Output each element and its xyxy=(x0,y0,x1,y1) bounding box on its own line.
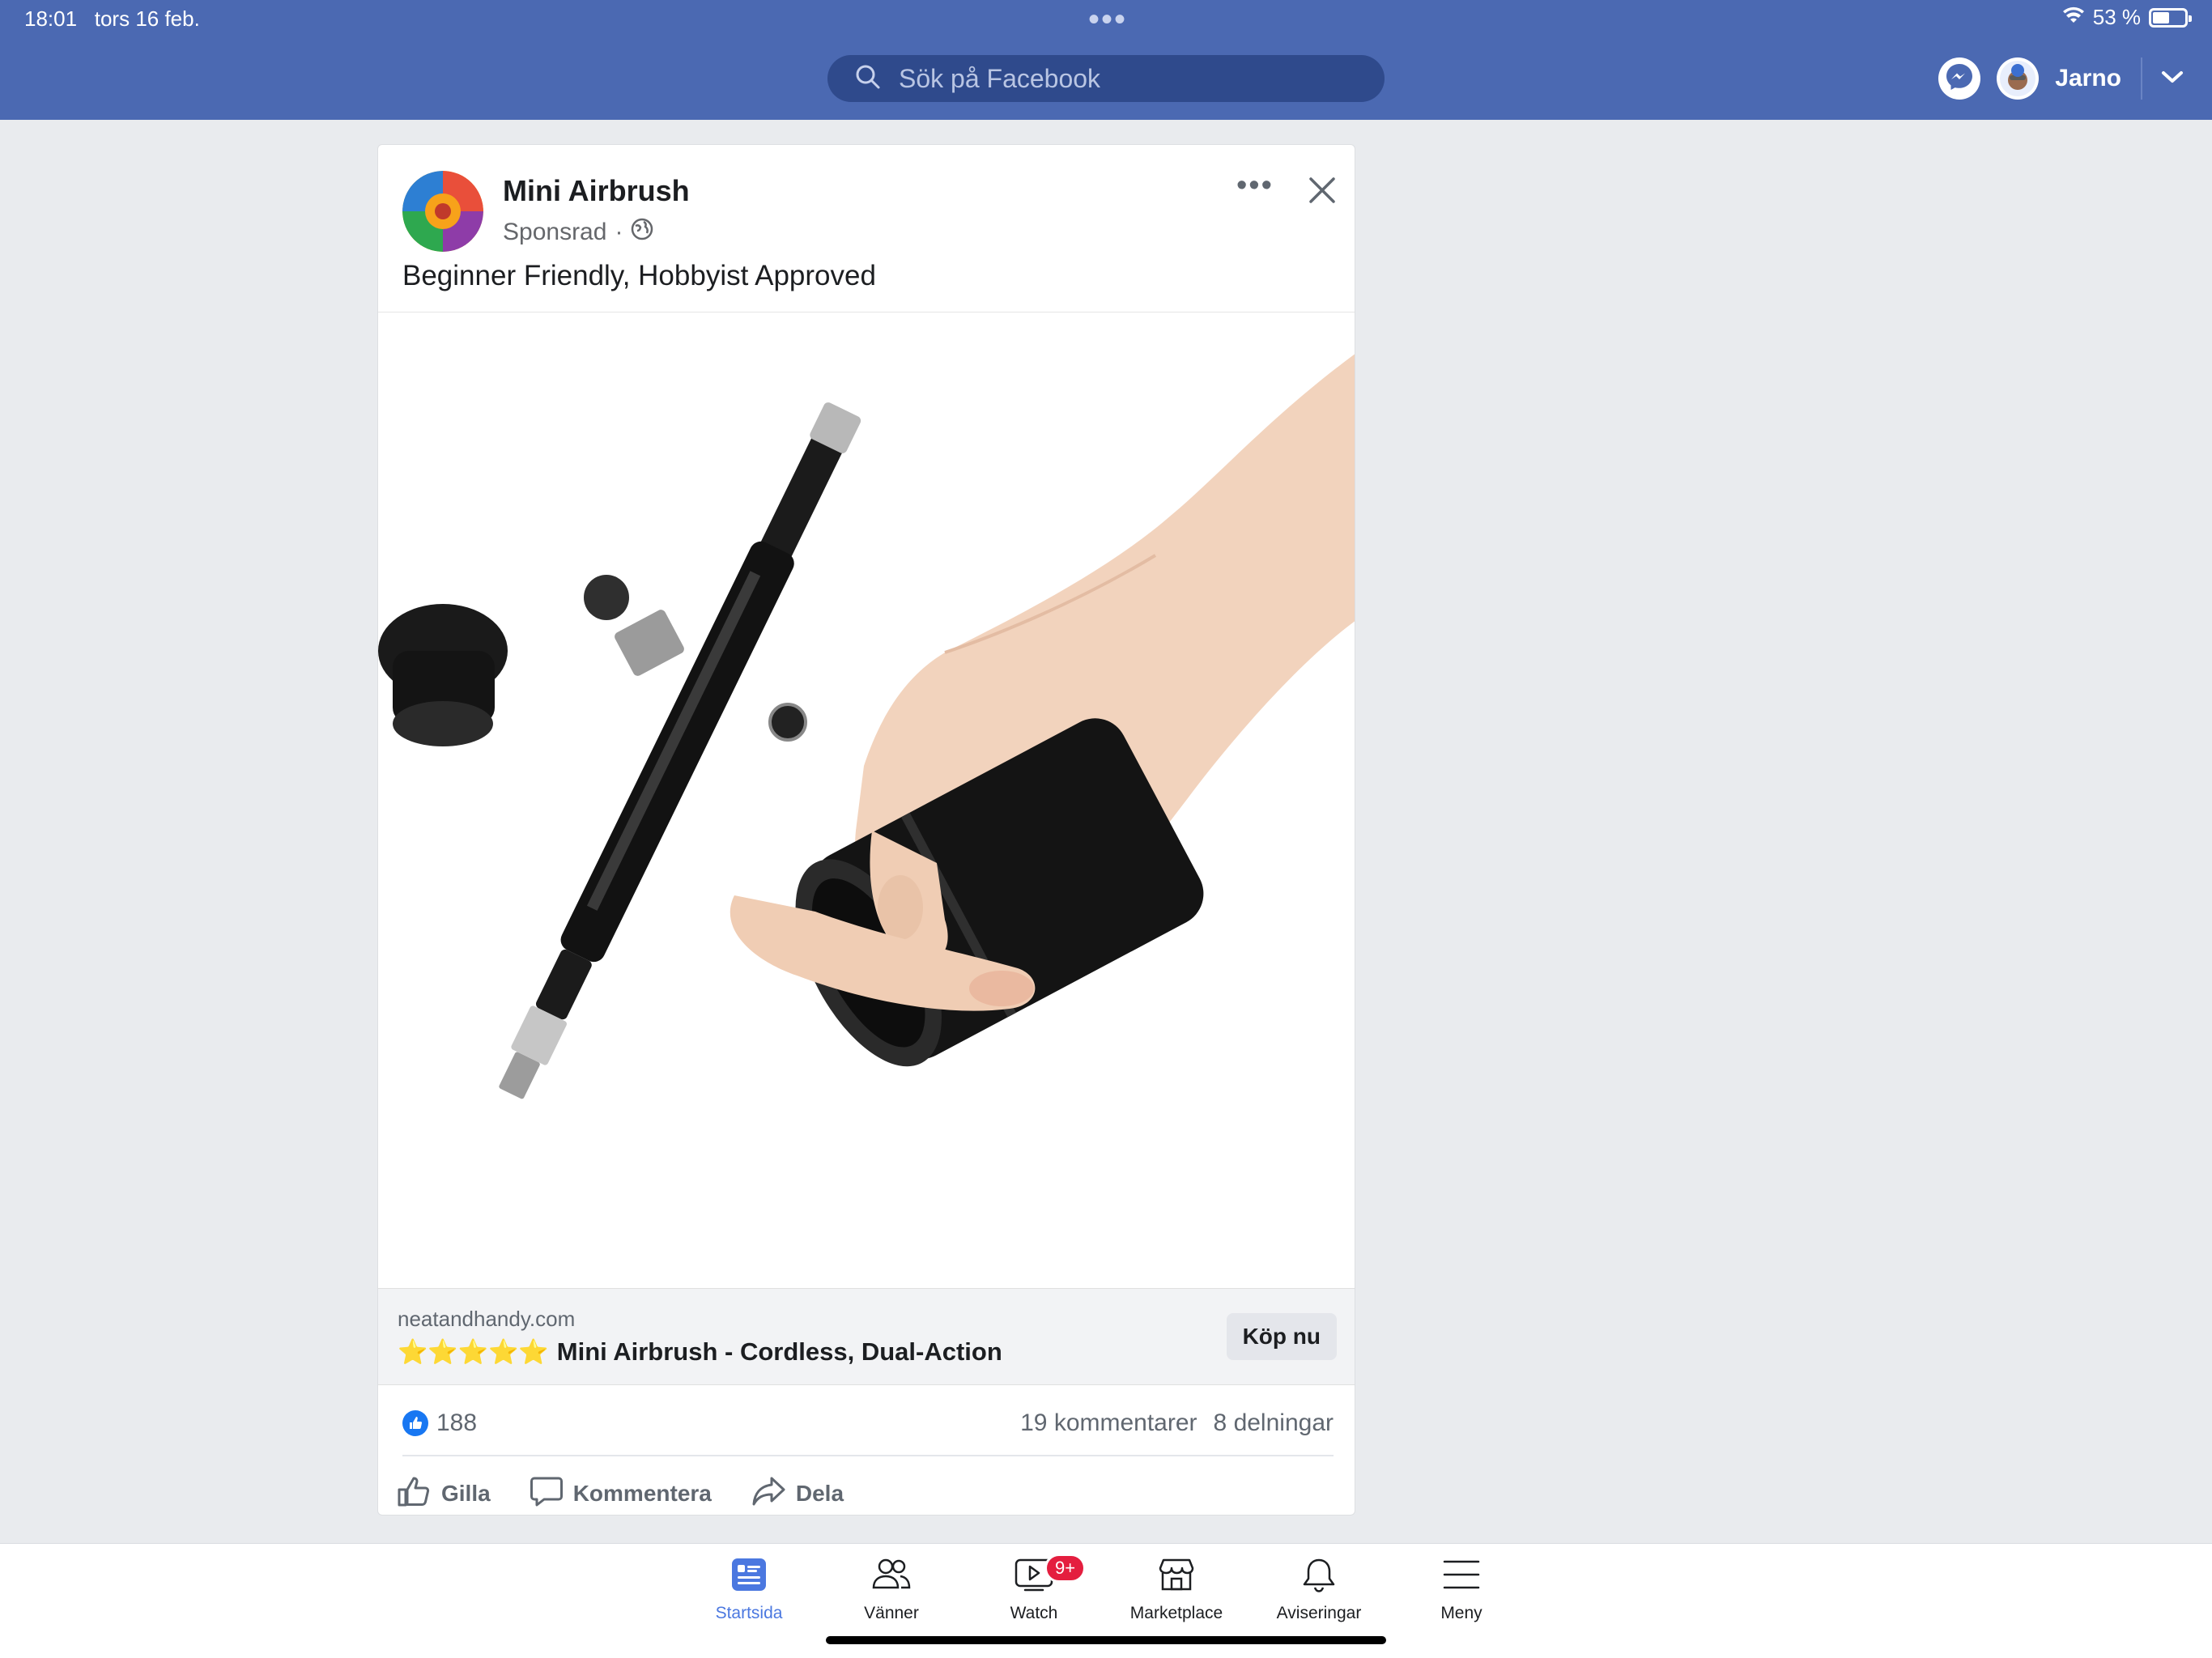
tab-label: Aviseringar xyxy=(1276,1604,1362,1622)
comment-icon xyxy=(530,1475,564,1513)
like-button[interactable]: Gilla xyxy=(396,1475,491,1513)
hamburger-menu-icon xyxy=(1441,1557,1482,1597)
page-name[interactable]: Mini Airbrush xyxy=(503,174,690,208)
close-icon[interactable] xyxy=(1306,174,1338,206)
post-stats: 188 19 kommentarer 8 delningar xyxy=(402,1392,1334,1456)
home-feed-icon xyxy=(730,1557,768,1597)
messenger-button[interactable] xyxy=(1938,57,1981,100)
date-text: tors 16 feb. xyxy=(94,6,200,31)
rating-stars: ⭐⭐⭐⭐⭐ xyxy=(398,1338,549,1366)
post-caption: Beginner Friendly, Hobbyist Approved xyxy=(402,260,876,291)
more-options-button[interactable]: ••• xyxy=(1236,170,1274,201)
avatar[interactable] xyxy=(1997,57,2040,100)
link-preview[interactable]: neatandhandy.com ⭐⭐⭐⭐⭐ Mini Airbrush - C… xyxy=(378,1288,1355,1385)
sponsored-separator: · xyxy=(615,219,623,245)
tab-label: Startsida xyxy=(715,1604,783,1622)
status-right: 53 % xyxy=(2062,5,2192,30)
search-placeholder: Sök på Facebook xyxy=(899,63,1101,93)
share-icon xyxy=(751,1475,786,1513)
like-label: Gilla xyxy=(441,1481,491,1506)
like-count[interactable]: 188 xyxy=(402,1409,477,1437)
search-icon xyxy=(855,64,881,94)
comment-share-counts: 19 kommentarer 8 delningar xyxy=(1020,1409,1334,1437)
buy-now-button[interactable]: Köp nu xyxy=(1226,1313,1337,1360)
comment-label: Kommentera xyxy=(572,1481,712,1506)
tab-marketplace[interactable]: Marketplace xyxy=(1108,1557,1245,1623)
sponsored-label: Sponsrad · xyxy=(503,218,653,247)
battery-icon xyxy=(2149,7,2192,28)
like-count-text: 188 xyxy=(436,1409,478,1436)
marketplace-icon xyxy=(1156,1557,1197,1597)
bottom-navigation: Startsida Vänner 9+ Watch Marketplace Av… xyxy=(0,1543,2212,1658)
tab-label: Meny xyxy=(1440,1604,1482,1622)
sponsored-text: Sponsrad xyxy=(503,219,607,245)
product-image[interactable] xyxy=(378,312,1355,1288)
thumbs-up-icon xyxy=(396,1475,432,1513)
tab-label: Vänner xyxy=(864,1604,919,1622)
header-divider xyxy=(2141,57,2142,100)
tab-label: Watch xyxy=(1010,1604,1058,1622)
tab-meny[interactable]: Meny xyxy=(1393,1557,1530,1623)
share-count[interactable]: 8 delningar xyxy=(1214,1409,1334,1437)
share-label: Dela xyxy=(795,1481,844,1506)
battery-text: 53 % xyxy=(2092,5,2141,29)
tab-watch[interactable]: 9+ Watch xyxy=(965,1554,1103,1623)
home-indicator[interactable] xyxy=(826,1636,1386,1644)
post-actions: Gilla Kommentera Dela xyxy=(396,1460,844,1515)
search-bar[interactable]: Sök på Facebook xyxy=(827,55,1385,102)
header-actions: Jarno xyxy=(1938,53,2184,104)
link-title: Mini Airbrush - Cordless, Dual-Action xyxy=(556,1337,1002,1366)
tab-label: Marketplace xyxy=(1129,1604,1223,1622)
chevron-down-icon[interactable] xyxy=(2160,69,2184,89)
like-reaction-icon xyxy=(402,1410,428,1436)
wifi-icon xyxy=(2062,5,2085,30)
top-bar: 18:01 tors 16 feb. ••• 53 % Sök på Faceb… xyxy=(0,0,2212,120)
comment-button[interactable]: Kommentera xyxy=(530,1475,712,1513)
tab-startsida[interactable]: Startsida xyxy=(680,1557,818,1623)
tab-aviseringar[interactable]: Aviseringar xyxy=(1250,1557,1388,1623)
link-headline: ⭐⭐⭐⭐⭐ Mini Airbrush - Cordless, Dual-Act… xyxy=(398,1337,1002,1367)
bell-icon xyxy=(1300,1557,1338,1597)
status-time: 18:01 tors 16 feb. xyxy=(24,6,200,32)
friends-icon xyxy=(871,1557,912,1597)
user-name[interactable]: Jarno xyxy=(2055,65,2121,92)
messenger-icon xyxy=(1943,61,1976,97)
globe-icon xyxy=(631,218,653,247)
comment-count[interactable]: 19 kommentarer xyxy=(1020,1409,1197,1437)
share-button[interactable]: Dela xyxy=(751,1475,844,1513)
sponsored-post-card: Mini Airbrush Sponsrad · ••• Beginner Fr… xyxy=(377,144,1355,1516)
tab-vanner[interactable]: Vänner xyxy=(823,1557,960,1623)
page-avatar[interactable] xyxy=(402,171,483,252)
time-text: 18:01 xyxy=(24,6,78,31)
link-domain: neatandhandy.com xyxy=(398,1307,576,1331)
multitasking-dots[interactable]: ••• xyxy=(1088,3,1127,36)
notification-badge: 9+ xyxy=(1044,1554,1087,1583)
